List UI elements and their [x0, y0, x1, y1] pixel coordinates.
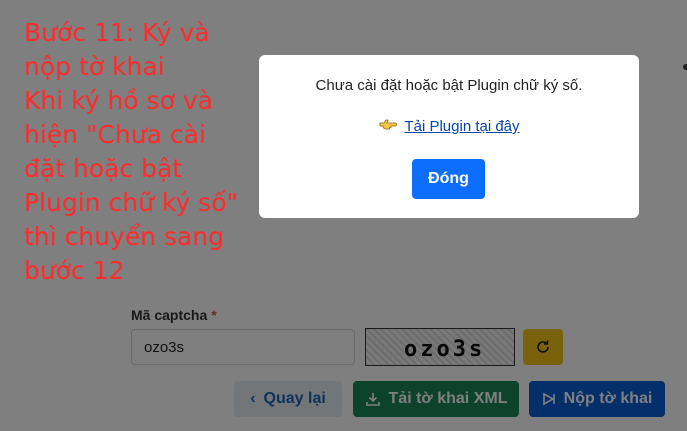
close-button[interactable]: Đóng — [412, 159, 485, 199]
edge-indicator — [683, 64, 687, 70]
download-plugin-link[interactable]: Tải Plugin tại đây — [259, 118, 639, 136]
plugin-modal: Chưa cài đặt hoặc bật Plugin chữ ký số. … — [259, 55, 639, 218]
modal-message: Chưa cài đặt hoặc bật Plugin chữ ký số. — [315, 77, 583, 94]
pointing-hand-icon — [378, 118, 398, 136]
instruction-annotation: Bước 11: Ký và nộp tờ khai Khi ký hồ sơ … — [24, 18, 239, 285]
download-plugin-link-text: Tải Plugin tại đây — [404, 118, 520, 135]
